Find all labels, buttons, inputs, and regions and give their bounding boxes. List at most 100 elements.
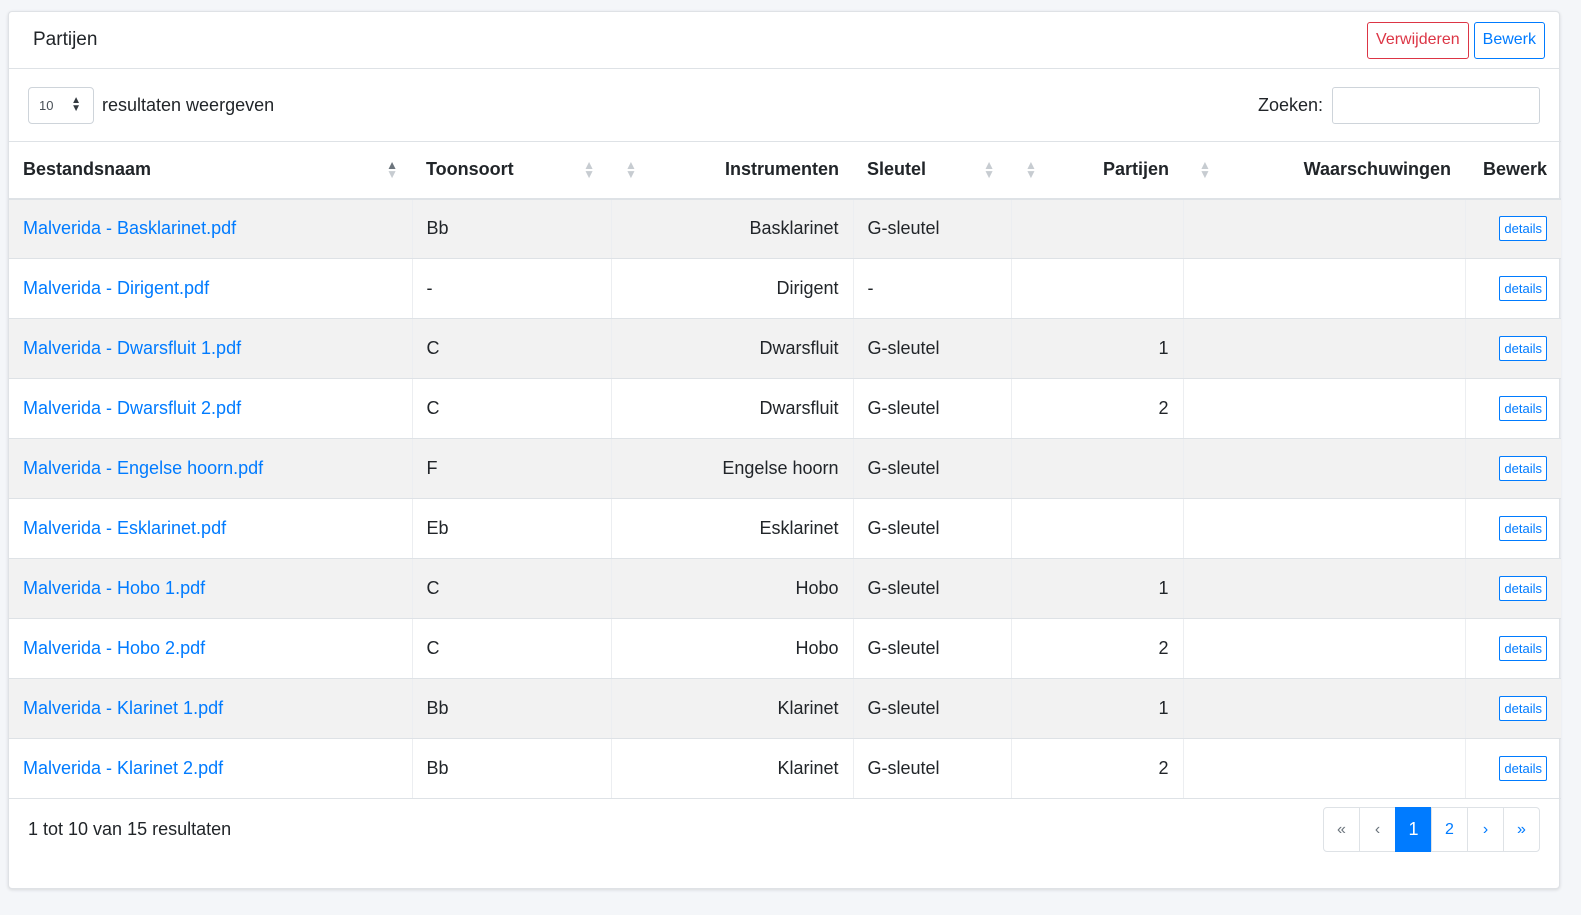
cell-waarschuwingen <box>1183 738 1466 799</box>
file-link[interactable]: Malverida - Dirigent.pdf <box>23 278 209 298</box>
column-header-partijen[interactable]: ▲ ▼ Partijen <box>1011 141 1183 200</box>
cell-instrumenten-value: Dwarsfluit <box>759 398 839 418</box>
file-link[interactable]: Malverida - Dwarsfluit 1.pdf <box>23 338 241 358</box>
column-header-label: Waarschuwingen <box>1303 159 1451 180</box>
details-button[interactable]: details <box>1499 576 1547 601</box>
cell-toonsoort: Bb <box>412 738 612 799</box>
cell-toonsoort: C <box>412 378 612 439</box>
edit-button[interactable]: Bewerk <box>1473 21 1545 59</box>
cell-waarschuwingen <box>1183 258 1466 319</box>
table-header-row: Bestandsnaam ▲ ▼ Toonsoort ▲ ▼ ▲ ▼ Instrume… <box>9 141 1561 200</box>
cell-bewerk: details <box>1465 258 1561 319</box>
cell-instrumenten-value: Klarinet <box>777 698 839 718</box>
column-header-waarschuwingen[interactable]: ▲ ▼ Waarschuwingen <box>1183 141 1465 200</box>
details-button[interactable]: details <box>1499 396 1547 421</box>
cell-toonsoort-value: Bb <box>426 758 449 778</box>
cell-bewerk: details <box>1465 378 1561 439</box>
file-link[interactable]: Malverida - Klarinet 2.pdf <box>23 758 223 778</box>
cell-sleutel: - <box>853 258 1012 319</box>
cell-partijen: 2 <box>1011 738 1184 799</box>
pagination-next[interactable]: › <box>1467 807 1504 852</box>
file-link[interactable]: Malverida - Hobo 1.pdf <box>23 578 205 598</box>
cell-waarschuwingen <box>1183 378 1466 439</box>
cell-instrumenten: Hobo <box>611 618 854 679</box>
cell-partijen-value: 1 <box>1158 698 1169 718</box>
cell-instrumenten-value: Esklarinet <box>759 518 839 538</box>
cell-toonsoort: Eb <box>412 498 612 559</box>
page-length-select[interactable]: 10 ▲ ▼ <box>28 86 94 124</box>
column-header-label: Bestandsnaam <box>23 159 152 180</box>
file-link[interactable]: Malverida - Esklarinet.pdf <box>23 518 226 538</box>
results-info: 1 tot 10 van 15 resultaten <box>28 819 232 839</box>
sort-asc-icon: ▲ ▼ <box>386 157 398 181</box>
cell-toonsoort-value: C <box>426 338 440 358</box>
file-link[interactable]: Malverida - Basklarinet.pdf <box>23 218 236 238</box>
details-button[interactable]: details <box>1499 216 1547 242</box>
page-length-label: resultaten weergeven <box>102 94 275 115</box>
cell-bewerk: details <box>1465 678 1561 739</box>
sort-icon: ▲ ▼ <box>983 157 995 181</box>
cell-partijen: 1 <box>1011 318 1184 379</box>
pagination-prev[interactable]: ‹ <box>1359 807 1396 852</box>
cell-bewerk: details <box>1465 318 1561 379</box>
card-header: Partijen Verwijderen Bewerk <box>9 12 1559 69</box>
cell-bewerk: details <box>1465 738 1561 799</box>
cell-toonsoort-value: F <box>426 458 438 478</box>
cell-sleutel-value: G-sleutel <box>867 218 940 239</box>
page-length-value: 10 <box>39 97 54 113</box>
column-header-toonsoort[interactable]: Toonsoort ▲ ▼ <box>412 141 611 200</box>
cell-bestandsnaam: Malverida - Basklarinet.pdf <box>9 198 413 259</box>
column-header-sleutel[interactable]: Sleutel ▲ ▼ <box>853 141 1011 200</box>
details-button[interactable]: details <box>1499 456 1547 481</box>
cell-instrumenten: Basklarinet <box>611 198 854 259</box>
cell-toonsoort-value: Bb <box>426 698 449 718</box>
details-button[interactable]: details <box>1499 516 1547 541</box>
table-row: Malverida - Klarinet 1.pdf Bb Klarinet G-sl… <box>9 678 1561 739</box>
delete-button[interactable]: Verwijderen <box>1367 21 1469 59</box>
cell-bestandsnaam: Malverida - Esklarinet.pdf <box>9 498 413 559</box>
column-header-bestandsnaam[interactable]: Bestandsnaam ▲ ▼ <box>9 141 412 200</box>
cell-partijen <box>1011 258 1184 319</box>
file-link[interactable]: Malverida - Dwarsfluit 2.pdf <box>23 398 241 418</box>
cell-sleutel: G-sleutel <box>853 738 1012 799</box>
pagination-page-1[interactable]: 1 <box>1395 807 1432 852</box>
table-row: Malverida - Dwarsfluit 2.pdf C Dwarsfluit G… <box>9 378 1561 439</box>
file-link[interactable]: Malverida - Klarinet 1.pdf <box>23 698 223 718</box>
details-button[interactable]: details <box>1499 696 1547 721</box>
file-link[interactable]: Malverida - Engelse hoorn.pdf <box>23 458 263 478</box>
cell-partijen: 1 <box>1011 678 1184 739</box>
details-button[interactable]: details <box>1499 276 1547 301</box>
column-header-label: Instrumenten <box>724 159 839 180</box>
details-button[interactable]: details <box>1499 636 1547 661</box>
card-title: Partijen <box>33 29 98 50</box>
cell-toonsoort: - <box>412 258 612 319</box>
cell-partijen: 2 <box>1011 378 1184 439</box>
cell-sleutel-value: G-sleutel <box>867 698 940 718</box>
cell-bestandsnaam: Malverida - Dirigent.pdf <box>9 258 413 319</box>
search-input[interactable] <box>1332 86 1540 124</box>
pagination-page-2[interactable]: 2 <box>1431 807 1468 852</box>
cell-waarschuwingen <box>1183 558 1466 619</box>
details-button[interactable]: details <box>1499 336 1547 361</box>
search-control: Zoeken: <box>1258 86 1540 124</box>
cell-bestandsnaam: Malverida - Engelse hoorn.pdf <box>9 438 413 499</box>
details-button[interactable]: details <box>1499 756 1547 781</box>
cell-waarschuwingen <box>1183 618 1466 679</box>
partijen-table: Bestandsnaam ▲ ▼ Toonsoort ▲ ▼ ▲ ▼ Instrume… <box>9 141 1561 799</box>
file-link[interactable]: Malverida - Hobo 2.pdf <box>23 638 205 658</box>
pagination-first[interactable]: « <box>1323 807 1360 852</box>
cell-instrumenten-value: Engelse hoorn <box>722 458 839 478</box>
pagination-last[interactable]: » <box>1503 807 1540 852</box>
cell-instrumenten: Dwarsfluit <box>611 378 854 439</box>
table-row: Malverida - Esklarinet.pdf Eb Esklarinet G-… <box>9 498 1561 559</box>
cell-toonsoort-value: - <box>426 278 433 298</box>
cell-bewerk: details <box>1465 198 1561 259</box>
cell-waarschuwingen <box>1183 438 1466 499</box>
cell-sleutel-value: G-sleutel <box>867 458 940 478</box>
cell-partijen-value: 2 <box>1158 758 1169 778</box>
cell-sleutel: G-sleutel <box>853 378 1012 439</box>
cell-sleutel: G-sleutel <box>853 438 1012 499</box>
column-header-instrumenten[interactable]: ▲ ▼ Instrumenten <box>611 141 853 200</box>
cell-bestandsnaam: Malverida - Klarinet 2.pdf <box>9 738 413 799</box>
table-row: Malverida - Dwarsfluit 1.pdf C Dwarsfluit G… <box>9 318 1561 379</box>
